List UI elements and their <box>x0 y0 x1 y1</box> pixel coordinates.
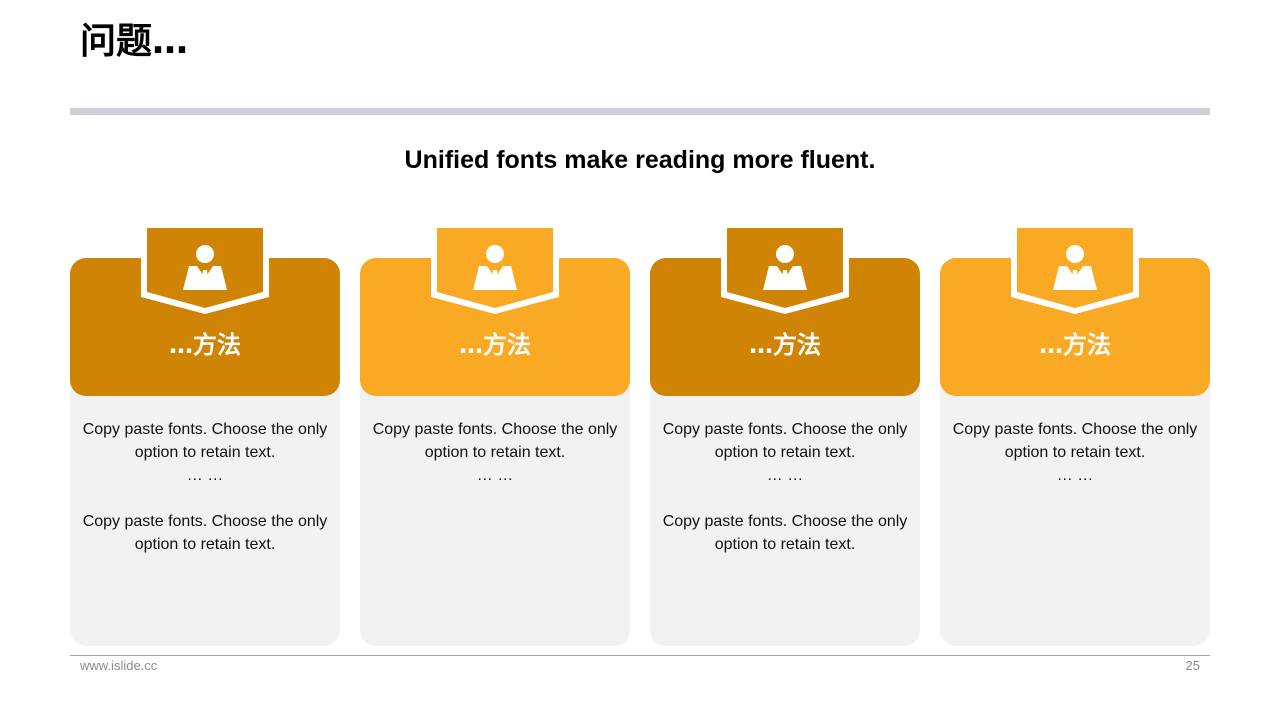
card-heading: …方法 <box>459 331 531 359</box>
page-number: 25 <box>1185 658 1200 673</box>
person-icon <box>183 245 227 290</box>
person-icon <box>473 245 517 290</box>
card-paragraph: Copy paste fonts. Choose the only option… <box>82 513 328 553</box>
card-description: Copy paste fonts. Choose the only option… <box>368 418 622 510</box>
title-divider <box>70 108 1210 115</box>
slide-subtitle: Unified fonts make reading more fluent. <box>404 146 876 174</box>
card-ellipsis: … … <box>476 467 514 484</box>
card-heading: …方法 <box>749 331 821 359</box>
card-paragraph: Copy paste fonts. Choose the only option… <box>952 421 1198 461</box>
page-title: 问题… <box>80 21 189 62</box>
footer-url: www.islide.cc <box>80 658 158 673</box>
card-ellipsis: … … <box>766 467 804 484</box>
card-description: Copy paste fonts. Choose the only option… <box>658 418 912 556</box>
footer-divider <box>70 655 1210 656</box>
card-paragraph: Copy paste fonts. Choose the only option… <box>82 421 328 461</box>
card-1: …方法 Copy paste fonts. Choose the only op… <box>70 228 340 646</box>
card-heading: …方法 <box>169 331 241 359</box>
card-2: …方法 Copy paste fonts. Choose the only op… <box>360 228 630 646</box>
card-ellipsis: … … <box>1056 467 1094 484</box>
person-icon <box>1053 245 1097 290</box>
card-description: Copy paste fonts. Choose the only option… <box>948 418 1202 510</box>
card-paragraph: Copy paste fonts. Choose the only option… <box>662 513 908 553</box>
card-ellipsis: … … <box>186 467 224 484</box>
card-paragraph: Copy paste fonts. Choose the only option… <box>372 421 618 461</box>
card-paragraph: Copy paste fonts. Choose the only option… <box>662 421 908 461</box>
card-3: …方法 Copy paste fonts. Choose the only op… <box>650 228 920 646</box>
card-4: …方法 Copy paste fonts. Choose the only op… <box>940 228 1210 646</box>
card-heading: …方法 <box>1039 331 1111 359</box>
person-icon <box>763 245 807 290</box>
card-description: Copy paste fonts. Choose the only option… <box>78 418 332 556</box>
